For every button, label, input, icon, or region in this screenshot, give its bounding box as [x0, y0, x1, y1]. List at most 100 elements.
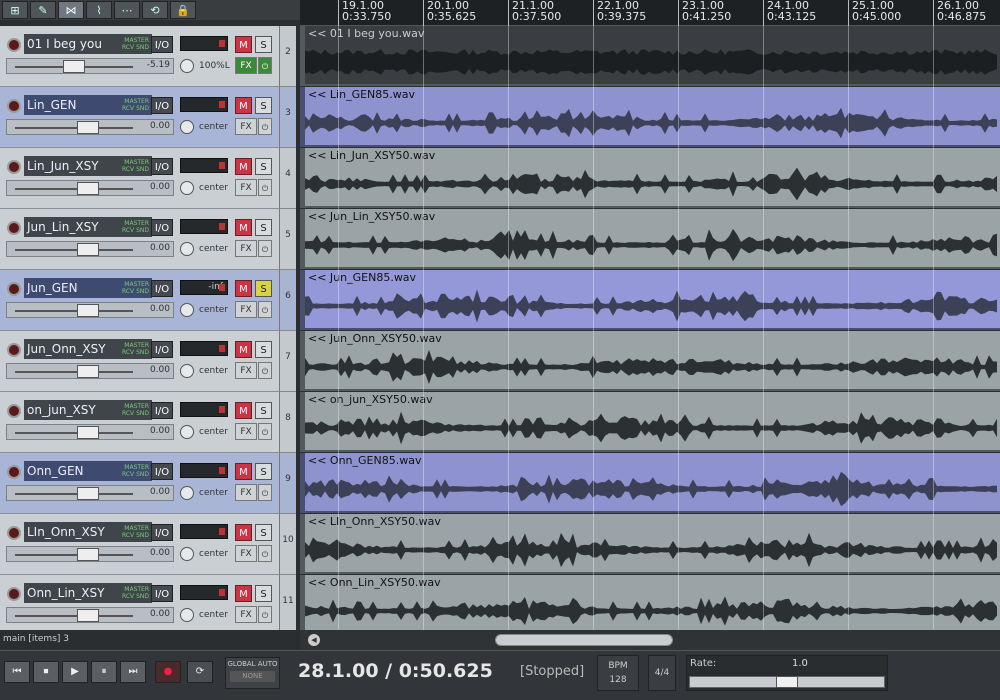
track-lane[interactable]: << Onn_GEN85.wav: [300, 453, 1000, 514]
bpm-display[interactable]: BPM 128: [597, 655, 639, 691]
pan-knob-icon[interactable]: [180, 303, 194, 317]
track-name[interactable]: on_jun_XSY MASTER RCV SND: [24, 400, 152, 420]
fx-button[interactable]: FX: [235, 118, 257, 135]
volume-fader[interactable]: -5.19: [6, 58, 174, 74]
media-item[interactable]: << Jun_Lin_XSY50.wav: [305, 209, 1000, 267]
media-item[interactable]: << LIn_Onn_XSY50.wav: [305, 514, 1000, 572]
track-lane[interactable]: << Jun_Onn_XSY50.wav: [300, 331, 1000, 392]
volume-fader[interactable]: 0.00: [6, 607, 174, 623]
repeat-toggle-button[interactable]: ⟳: [187, 661, 213, 683]
mute-button[interactable]: M: [235, 36, 252, 53]
record-button[interactable]: ●: [155, 661, 181, 683]
snap-icon[interactable]: ⋈: [58, 1, 84, 19]
fx-button[interactable]: FX: [235, 362, 257, 379]
mute-button[interactable]: M: [235, 158, 252, 175]
solo-button[interactable]: S: [255, 280, 272, 297]
go-to-end-button[interactable]: ⏭: [120, 661, 146, 683]
solo-button[interactable]: S: [255, 585, 272, 602]
media-item[interactable]: << Onn_Lin_XSY50.wav: [305, 575, 1000, 630]
volume-fader[interactable]: 0.00: [6, 302, 174, 318]
record-arm-button[interactable]: [7, 160, 21, 174]
volume-fader[interactable]: 0.00: [6, 119, 174, 135]
fader-knob[interactable]: [77, 121, 99, 134]
pan-control[interactable]: 100%L: [180, 58, 230, 74]
fader-knob[interactable]: [77, 243, 99, 256]
io-button[interactable]: I/O: [151, 402, 173, 419]
record-arm-button[interactable]: [7, 465, 21, 479]
fader-knob[interactable]: [77, 182, 99, 195]
fx-bypass-icon[interactable]: ⏻: [258, 179, 272, 196]
mute-button[interactable]: M: [235, 585, 252, 602]
volume-fader[interactable]: 0.00: [6, 485, 174, 501]
record-arm-button[interactable]: [7, 99, 21, 113]
io-button[interactable]: I/O: [151, 36, 173, 53]
track-name[interactable]: Onn_Lin_XSY MASTER RCV SND: [24, 583, 152, 603]
pan-control[interactable]: center: [180, 302, 228, 318]
pan-control[interactable]: center: [180, 241, 228, 257]
fader-knob[interactable]: [77, 365, 99, 378]
solo-button[interactable]: S: [255, 341, 272, 358]
stop-button[interactable]: ⏹: [33, 661, 59, 683]
pan-control[interactable]: center: [180, 485, 228, 501]
io-button[interactable]: I/O: [151, 524, 173, 541]
grid-icon[interactable]: ⊞: [2, 1, 28, 19]
fader-knob[interactable]: [77, 609, 99, 622]
record-arm-button[interactable]: [7, 343, 21, 357]
pan-knob-icon[interactable]: [180, 364, 194, 378]
track-header[interactable]: 01 I beg you MASTER RCV SND I/O M S -5.19 100%L…: [0, 26, 280, 87]
record-arm-button[interactable]: [7, 38, 21, 52]
fx-bypass-icon[interactable]: ⏻: [258, 118, 272, 135]
mute-button[interactable]: M: [235, 463, 252, 480]
track-name[interactable]: Lin_Jun_XSY MASTER RCV SND: [24, 156, 152, 176]
play-button[interactable]: ▶: [62, 661, 88, 683]
pan-knob-icon[interactable]: [180, 242, 194, 256]
record-arm-button[interactable]: [7, 221, 21, 235]
media-item[interactable]: << Jun_GEN85.wav: [305, 270, 1000, 328]
io-button[interactable]: I/O: [151, 219, 173, 236]
io-button[interactable]: I/O: [151, 463, 173, 480]
pan-control[interactable]: center: [180, 424, 228, 440]
track-header[interactable]: Lin_Jun_XSY MASTER RCV SND I/O M S 0.00 center F…: [0, 148, 280, 209]
solo-button[interactable]: S: [255, 158, 272, 175]
pan-knob-icon[interactable]: [180, 59, 194, 73]
track-header[interactable]: Onn_GEN MASTER RCV SND I/O M S 0.00 center FX ⏻: [0, 453, 280, 514]
pan-knob-icon[interactable]: [180, 608, 194, 622]
fader-knob[interactable]: [77, 426, 99, 439]
fader-knob[interactable]: [77, 548, 99, 561]
solo-button[interactable]: S: [255, 463, 272, 480]
record-arm-button[interactable]: [7, 404, 21, 418]
pan-knob-icon[interactable]: [180, 425, 194, 439]
track-header[interactable]: LIn_Onn_XSY MASTER RCV SND I/O M S 0.00 center F…: [0, 514, 280, 575]
rate-slider[interactable]: [689, 676, 885, 688]
envelope-icon[interactable]: ⌇: [86, 1, 112, 19]
fx-bypass-icon[interactable]: ⏻: [258, 240, 272, 257]
fx-button[interactable]: FX: [235, 484, 257, 501]
volume-fader[interactable]: 0.00: [6, 241, 174, 257]
track-name[interactable]: Jun_Lin_XSY MASTER RCV SND: [24, 217, 152, 237]
media-item[interactable]: << Lin_GEN85.wav: [305, 87, 1000, 145]
track-lane[interactable]: << on_jun_XSY50.wav: [300, 392, 1000, 453]
time-signature-display[interactable]: 4/4: [648, 655, 676, 691]
fader-knob[interactable]: [63, 60, 85, 73]
fx-bypass-icon[interactable]: ⏻: [258, 301, 272, 318]
record-arm-button[interactable]: [7, 587, 21, 601]
media-item[interactable]: << 01 I beg you.wav: [305, 26, 1000, 84]
mute-button[interactable]: M: [235, 402, 252, 419]
record-arm-button[interactable]: [7, 526, 21, 540]
fx-button[interactable]: FX: [235, 545, 257, 562]
track-lane[interactable]: << Jun_Lin_XSY50.wav: [300, 209, 1000, 270]
track-lane[interactable]: << Jun_GEN85.wav: [300, 270, 1000, 331]
horizontal-scrollbar[interactable]: ◀: [300, 630, 1000, 650]
media-item[interactable]: << Onn_GEN85.wav: [305, 453, 1000, 511]
mute-button[interactable]: M: [235, 280, 252, 297]
track-lane[interactable]: << Onn_Lin_XSY50.wav: [300, 575, 1000, 630]
scroll-thumb[interactable]: [495, 634, 673, 646]
timeline-ruler[interactable]: 19.1.00 0:33.750 20.1.00 0:35.625 21.1.00 0:3…: [300, 0, 1000, 26]
track-name[interactable]: LIn_Onn_XSY MASTER RCV SND: [24, 522, 152, 542]
mute-button[interactable]: M: [235, 97, 252, 114]
track-lane[interactable]: << Lin_Jun_XSY50.wav: [300, 148, 1000, 209]
track-name[interactable]: Lin_GEN MASTER RCV SND: [24, 95, 152, 115]
io-button[interactable]: I/O: [151, 280, 173, 297]
pan-control[interactable]: center: [180, 546, 228, 562]
mute-button[interactable]: M: [235, 341, 252, 358]
